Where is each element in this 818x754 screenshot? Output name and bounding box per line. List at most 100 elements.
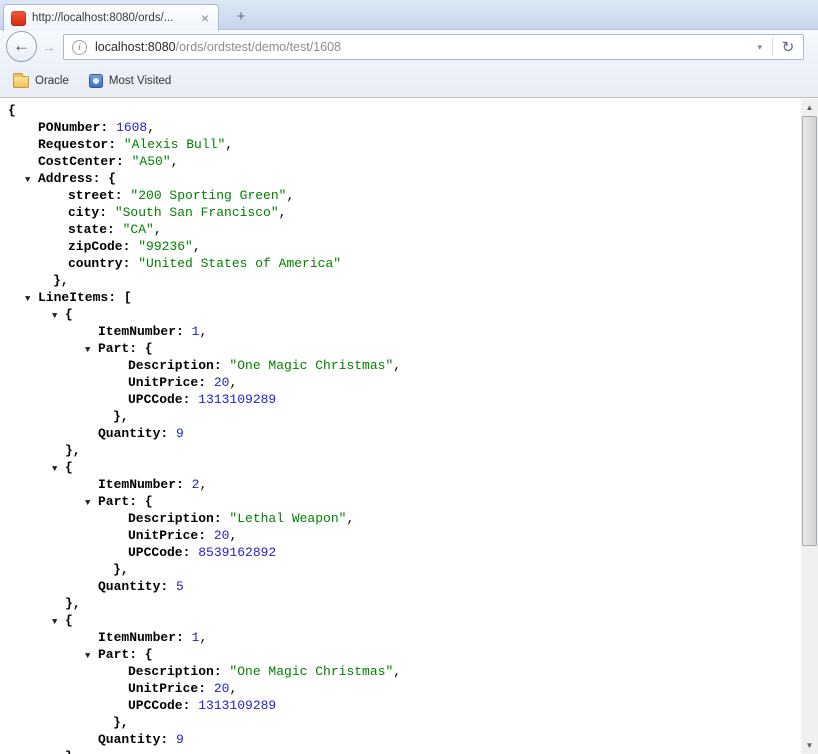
json-key: state: xyxy=(68,222,123,237)
bookmark-label: Most Visited xyxy=(108,74,172,87)
json-key: ItemNumber: xyxy=(98,324,192,339)
json-punctuation: }, xyxy=(113,562,129,577)
json-line: UPCCode: 8539162892 xyxy=(0,544,818,561)
json-key: Quantity: xyxy=(98,579,177,594)
json-line: }, xyxy=(0,442,818,459)
json-value-string: "A50" xyxy=(131,154,171,169)
json-value-number: 20 xyxy=(213,375,230,390)
json-line: street: "200 Sporting Green", xyxy=(0,187,818,204)
json-punctuation: [ xyxy=(123,290,132,305)
json-line: Quantity: 9 xyxy=(0,425,818,442)
bookmarks-toolbar: Oracle Most Visited xyxy=(0,64,818,98)
bookmark-item-most-visited[interactable]: Most Visited xyxy=(82,71,178,91)
json-line: ItemNumber: 2, xyxy=(0,476,818,493)
json-key: ItemNumber: xyxy=(98,477,192,492)
json-key: UPCCode: xyxy=(128,545,199,560)
json-line: Description: "One Magic Christmas", xyxy=(0,663,818,680)
json-line: }, xyxy=(0,408,818,425)
json-comma: , xyxy=(346,511,355,526)
json-punctuation: { xyxy=(65,613,73,628)
json-key: street: xyxy=(68,188,131,203)
json-line: ▼ Part: { xyxy=(0,493,818,510)
json-value-number: 1313109289 xyxy=(198,698,277,713)
json-comma: , xyxy=(229,528,238,543)
json-key: city: xyxy=(68,205,115,220)
json-value-number: 8539162892 xyxy=(198,545,277,560)
json-line: ▼ Address: { xyxy=(0,170,818,187)
json-line: Quantity: 5 xyxy=(0,578,818,595)
json-key: Part: xyxy=(98,647,145,662)
json-line: ▼ Part: { xyxy=(0,340,818,357)
json-key: UnitPrice: xyxy=(128,681,214,696)
json-line: UnitPrice: 20, xyxy=(0,527,818,544)
json-key: UnitPrice: xyxy=(128,375,214,390)
json-key: UnitPrice: xyxy=(128,528,214,543)
most-visited-icon xyxy=(88,73,103,88)
scrollbar-thumb[interactable] xyxy=(802,116,817,546)
forward-button[interactable]: → xyxy=(39,38,58,56)
json-punctuation: { xyxy=(8,103,16,118)
json-value-number: 1608 xyxy=(116,120,148,135)
json-value-number: 1313109289 xyxy=(198,392,277,407)
json-value-number: 9 xyxy=(176,732,184,747)
json-line: Quantity: 9 xyxy=(0,731,818,748)
reload-button[interactable]: ↻ xyxy=(773,38,803,56)
json-line: }, xyxy=(0,748,818,754)
back-button[interactable]: ← xyxy=(6,31,37,62)
json-key: Description: xyxy=(128,664,230,679)
json-key: UPCCode: xyxy=(128,392,199,407)
bookmark-label: Oracle xyxy=(35,74,69,87)
json-punctuation: { xyxy=(65,307,73,322)
json-comma: , xyxy=(199,324,208,339)
json-comma: , xyxy=(147,120,156,135)
json-line: ▼{ xyxy=(0,612,818,629)
json-line: UnitPrice: 20, xyxy=(0,680,818,697)
json-line: zipCode: "99236", xyxy=(0,238,818,255)
scroll-up-button[interactable]: ▲ xyxy=(801,99,818,116)
json-line: }, xyxy=(0,714,818,731)
json-punctuation: }, xyxy=(53,273,69,288)
json-punctuation: { xyxy=(144,494,153,509)
json-comma: , xyxy=(229,375,238,390)
json-view: {PONumber: 1608, Requestor: "Alexis Bull"… xyxy=(0,99,818,754)
json-line: state: "CA", xyxy=(0,221,818,238)
vertical-scrollbar[interactable]: ▲ ▼ xyxy=(801,99,818,754)
json-line: }, xyxy=(0,595,818,612)
navigation-toolbar: ← → i localhost:8080/ords/ordstest/demo/… xyxy=(0,30,818,64)
tab-close-icon[interactable]: × xyxy=(199,11,211,25)
json-line: Description: "Lethal Weapon", xyxy=(0,510,818,527)
site-info-icon[interactable]: i xyxy=(72,39,87,55)
json-line: UPCCode: 1313109289 xyxy=(0,391,818,408)
json-key: Address: xyxy=(38,171,109,186)
json-value-string: "200 Sporting Green" xyxy=(130,188,287,203)
json-punctuation: }, xyxy=(65,749,81,754)
scroll-down-button[interactable]: ▼ xyxy=(801,737,818,754)
json-value-number: 9 xyxy=(176,426,184,441)
json-key: Part: xyxy=(98,494,145,509)
json-comma: , xyxy=(393,664,402,679)
browser-tab[interactable]: http://localhost:8080/ords/... × xyxy=(3,4,219,31)
json-key: Quantity: xyxy=(98,732,177,747)
url-bar[interactable]: i localhost:8080/ords/ordstest/demo/test… xyxy=(63,34,804,60)
json-key: PONumber: xyxy=(38,120,117,135)
url-path: /ords/ordstest/demo/test/1608 xyxy=(175,40,341,54)
url-text: localhost:8080/ords/ordstest/demo/test/1… xyxy=(95,40,747,54)
json-line: ▼{ xyxy=(0,459,818,476)
json-punctuation: { xyxy=(108,171,117,186)
json-line: Description: "One Magic Christmas", xyxy=(0,357,818,374)
new-tab-button[interactable]: + xyxy=(228,8,254,26)
json-value-string: "One Magic Christmas" xyxy=(229,358,394,373)
json-comma: , xyxy=(225,137,234,152)
tab-favicon-icon xyxy=(11,10,26,26)
json-punctuation: { xyxy=(144,647,153,662)
json-key: ItemNumber: xyxy=(98,630,192,645)
json-key: Part: xyxy=(98,341,145,356)
json-punctuation: }, xyxy=(113,715,129,730)
json-value-number: 5 xyxy=(176,579,184,594)
bookmark-item-oracle[interactable]: Oracle xyxy=(6,71,76,91)
json-value-string: "99236" xyxy=(138,239,193,254)
urlbar-dropdown-icon[interactable]: ▾ xyxy=(747,42,772,53)
json-punctuation: }, xyxy=(65,443,81,458)
json-comma: , xyxy=(278,205,287,220)
json-line: ▼ Part: { xyxy=(0,646,818,663)
